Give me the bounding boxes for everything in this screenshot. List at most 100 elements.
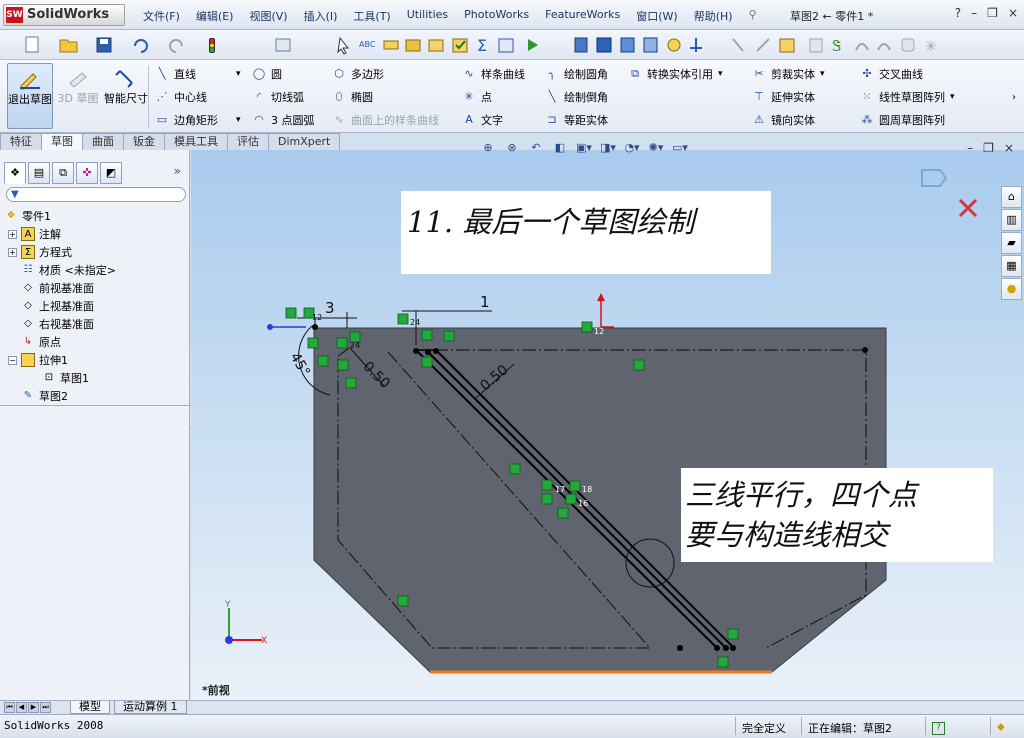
tangent-arc-tool[interactable]: ◜ 切线弧	[252, 87, 304, 107]
tree-item-origin[interactable]: ↳ 原点	[21, 333, 61, 351]
tab-dimxpert[interactable]: DimXpert	[268, 133, 341, 150]
mirror-entities-tool[interactable]: ⚠ 镜向实体	[752, 110, 815, 130]
text-tool[interactable]: A 文字	[462, 110, 503, 130]
save-icon[interactable]	[96, 37, 112, 53]
last-tab-icon[interactable]: ⏭	[40, 702, 51, 713]
spline-on-surface-tool[interactable]: ∿ 曲面上的样条曲线	[332, 110, 439, 130]
3pt-arc-tool[interactable]: ◠ 3 点圆弧	[252, 110, 314, 130]
curve-icon[interactable]	[855, 43, 869, 51]
open-folder-icon[interactable]	[59, 39, 78, 53]
zoom-area-icon[interactable]: ⊗	[503, 141, 521, 157]
smart-dimension-button[interactable]: 智能尺寸	[103, 63, 149, 129]
menu-tools[interactable]: 工具(T)	[345, 8, 398, 24]
help-button[interactable]: ?	[955, 6, 961, 20]
rectangle-dropdown[interactable]: ▾	[236, 110, 241, 130]
previous-view-icon[interactable]: ↶	[527, 141, 545, 157]
menu-window[interactable]: 窗口(W)	[628, 8, 685, 24]
menu-edit[interactable]: 编辑(E)	[188, 8, 242, 24]
tree-item-annotations[interactable]: + A 注解	[8, 225, 61, 243]
view-palette-icon[interactable]: ▦	[1001, 255, 1022, 277]
tab-surfaces[interactable]: 曲面	[82, 133, 124, 150]
offset-entities-tool[interactable]: ⊐ 等距实体	[545, 110, 608, 130]
tree-filter-input[interactable]: ▼	[6, 187, 186, 202]
dimxpert-tab-icon[interactable]: ✜	[76, 162, 98, 184]
tree-item-material[interactable]: ☷ 材质 <未指定>	[21, 261, 116, 279]
status-help-icon[interactable]: ?	[932, 722, 945, 735]
trim-entities-tool[interactable]: ✂ 剪裁实体 ▾	[752, 64, 824, 84]
display-style-icon[interactable]	[596, 37, 612, 53]
select-icon[interactable]	[337, 36, 350, 55]
expand-toggle[interactable]: +	[8, 229, 17, 239]
tab-sketch[interactable]: 草图	[41, 133, 83, 150]
menu-view[interactable]: 视图(V)	[241, 8, 295, 24]
centerline-tool[interactable]: ⋰ 中心线	[155, 87, 208, 107]
equations-icon[interactable]: Σ	[477, 36, 487, 55]
point-tool[interactable]: ✳ 点	[462, 87, 492, 107]
redo-icon[interactable]	[169, 39, 183, 53]
solidworks-logo[interactable]: SW SolidWorks	[3, 4, 125, 26]
tree-item-extrude1[interactable]: − 拉伸1	[8, 351, 68, 369]
display-manager-tab-icon[interactable]: ◩	[100, 162, 122, 184]
view-orientation-icon[interactable]	[574, 37, 588, 53]
design-library-icon[interactable]: ▥	[1001, 209, 1022, 231]
view-orientation-icon[interactable]: ▣▾	[575, 141, 593, 157]
intersection-curve-tool[interactable]: ✣ 交叉曲线	[860, 64, 923, 84]
coordinate-icon[interactable]	[690, 38, 702, 52]
tree-item-sketch1[interactable]: ⊡ 草图1	[42, 369, 89, 387]
polygon-tool[interactable]: ⬡ 多边形	[332, 64, 384, 84]
tab-sheetmetal[interactable]: 钣金	[123, 133, 165, 150]
tab-motion-study-1[interactable]: 运动算例 1	[114, 701, 187, 714]
undo-icon[interactable]	[134, 39, 148, 53]
menu-insert[interactable]: 插入(I)	[296, 8, 346, 24]
statistics-icon[interactable]	[498, 38, 514, 53]
grid-icon[interactable]	[779, 38, 795, 53]
monitor-icon[interactable]: ▭▾	[671, 141, 689, 157]
extend-entities-tool[interactable]: ⊤ 延伸实体	[752, 87, 815, 107]
menu-file[interactable]: 文件(F)	[135, 8, 188, 24]
featuremanager-tab-icon[interactable]: ❖	[4, 162, 26, 184]
first-tab-icon[interactable]: ⏮	[4, 702, 15, 713]
restore-button[interactable]: ❐	[987, 6, 998, 20]
appearances-icon[interactable]: ●	[1001, 278, 1022, 300]
line-dropdown[interactable]: ▾	[236, 64, 241, 84]
tab-mold-tools[interactable]: 模具工具	[164, 133, 228, 150]
star-icon[interactable]: ✳	[925, 39, 937, 55]
pin-icon[interactable]: ⚲	[741, 8, 765, 24]
display-style-icon[interactable]: ◨▾	[599, 141, 617, 157]
tree-root-part[interactable]: ❖ 零件1	[4, 207, 51, 225]
sketch-tools-icon[interactable]	[809, 38, 823, 53]
section-view-icon[interactable]: ◧	[551, 141, 569, 157]
propertymanager-tab-icon[interactable]: ▤	[28, 162, 50, 184]
shaded-icon[interactable]	[620, 37, 635, 53]
traffic-light-icon[interactable]	[209, 38, 215, 53]
viewport-minimize-button[interactable]: –	[967, 141, 973, 155]
convert-entities-tool[interactable]: ⧉ 转换实体引用 ▾	[628, 64, 722, 84]
expand-toggle[interactable]: +	[8, 247, 17, 257]
close-button[interactable]: ×	[1008, 6, 1018, 20]
ribbon-scroll-right[interactable]: ›	[1012, 87, 1016, 107]
tab-evaluate[interactable]: 评估	[227, 133, 269, 150]
panel-expand-icon[interactable]: »	[174, 164, 181, 178]
hide-show-icon[interactable]: ◔▾	[623, 141, 641, 157]
viewport-close-button[interactable]: ×	[1004, 141, 1014, 155]
line-tool[interactable]: ╲ 直线	[155, 64, 196, 84]
macro-icon[interactable]	[528, 39, 538, 51]
tree-item-equations[interactable]: + Σ 方程式	[8, 243, 72, 261]
minimize-button[interactable]: –	[971, 6, 977, 20]
menu-help[interactable]: 帮助(H)	[686, 8, 741, 24]
menu-photoworks[interactable]: PhotoWorks	[456, 8, 537, 24]
menu-utilities[interactable]: Utilities	[399, 8, 456, 24]
appearance-icon[interactable]: ✺▾	[647, 141, 665, 157]
tree-item-right-plane[interactable]: ◇ 右视基准面	[21, 315, 94, 333]
menu-featureworks[interactable]: FeatureWorks	[537, 8, 628, 24]
home-icon[interactable]: ⌂	[1001, 186, 1022, 208]
circle-tool[interactable]: ◯ 圆	[252, 64, 282, 84]
spellcheck-icon[interactable]: ABC	[359, 40, 376, 49]
sketch-fillet-tool[interactable]: ╮ 绘制圆角	[545, 64, 608, 84]
mass-properties-icon[interactable]	[405, 39, 421, 52]
linear-pattern-tool[interactable]: ⁙ 线性草图阵列 ▾	[860, 87, 954, 107]
viewport-restore-button[interactable]: ❐	[983, 141, 994, 155]
spline-tools-icon[interactable]	[877, 43, 891, 51]
sketch-chamfer-tool[interactable]: ╲ 绘制倒角	[545, 87, 608, 107]
ellipse-tool[interactable]: ⬯ 椭圆	[332, 87, 373, 107]
